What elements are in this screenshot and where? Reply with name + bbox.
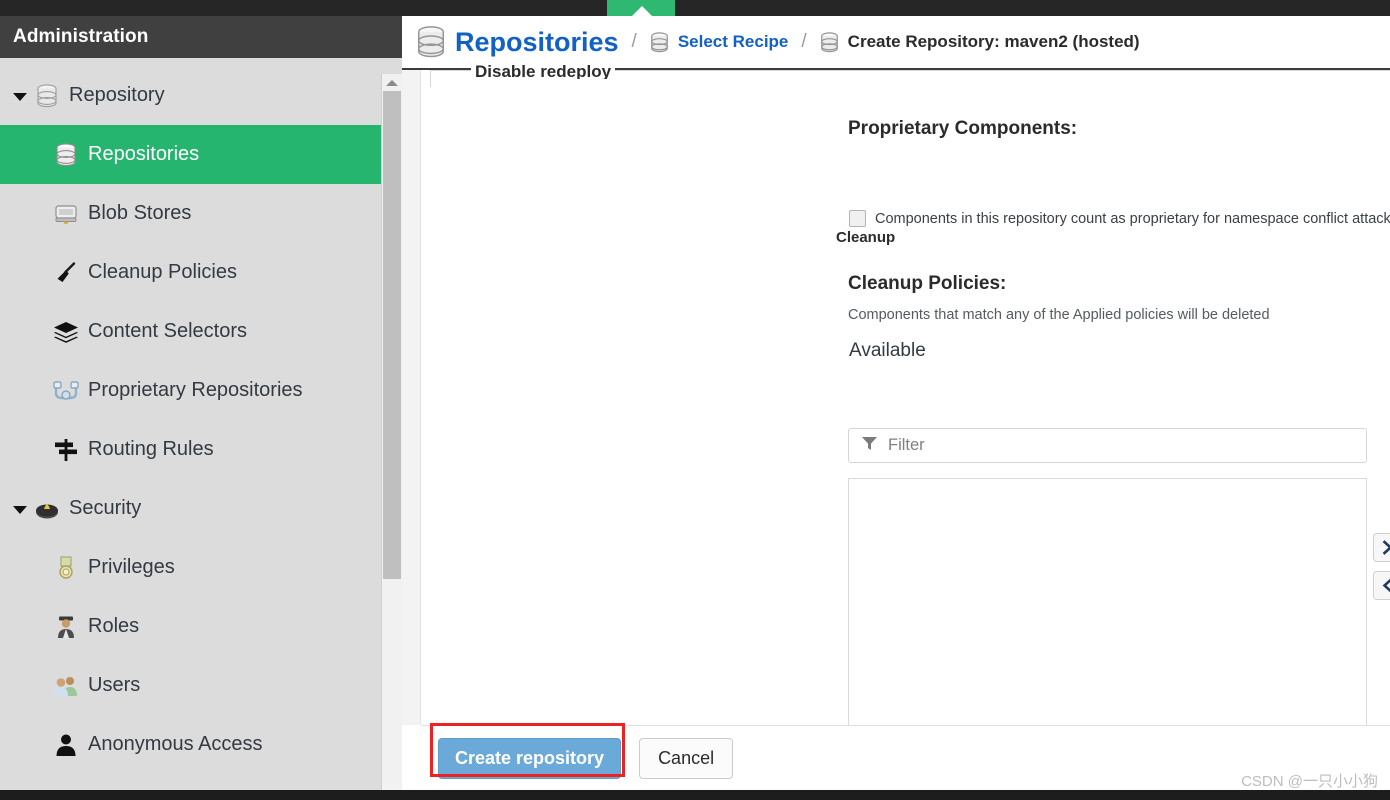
sidebar-item-label: Security — [69, 497, 142, 519]
sidebar-item-label: Routing Rules — [88, 438, 214, 460]
sidebar-item-cleanup-policies[interactable]: Cleanup Policies — [0, 243, 402, 302]
sidebar-item-label: Blob Stores — [88, 202, 192, 224]
chevron-down-icon[interactable] — [10, 499, 30, 519]
breadcrumb-root-label: Repositories — [455, 26, 619, 57]
sidebar: Administration Repository Repositories B… — [0, 16, 402, 790]
broom-icon — [53, 260, 79, 286]
browser-top-strip — [0, 0, 1390, 16]
sidebar-item-label: Cleanup Policies — [88, 261, 237, 283]
available-policies-list[interactable] — [848, 478, 1367, 750]
sidebar-scrollbar-thumb[interactable] — [383, 91, 401, 579]
sidebar-scrollbar[interactable] — [381, 74, 402, 790]
cleanup-policies-hint: Components that match any of the Applied… — [848, 307, 1270, 323]
cleanup-filter-placeholder: Filter — [888, 436, 925, 454]
main-panel: Repositories / Select Recipe / Create Re… — [402, 16, 1390, 790]
filter-icon — [861, 435, 878, 457]
sidebar-header: Administration — [0, 16, 402, 58]
sidebar-item-label: Proprietary Repositories — [88, 379, 303, 401]
sidebar-item-anonymous-access[interactable]: Anonymous Access — [0, 715, 402, 774]
sidebar-item-security[interactable]: Security — [0, 479, 402, 538]
officer-icon — [53, 614, 79, 640]
proprietary-components-checkbox-label: Components in this repository count as p… — [875, 210, 1390, 227]
sidebar-item-label: Roles — [88, 615, 140, 637]
sidebar-item-content-selectors[interactable]: Content Selectors — [0, 302, 402, 361]
person-icon — [53, 732, 79, 758]
proprietary-icon — [53, 378, 79, 404]
breadcrumb-current-label: Create Repository: maven2 (hosted) — [847, 32, 1140, 51]
move-right-button[interactable] — [1373, 533, 1390, 562]
sidebar-item-label: Privileges — [88, 556, 175, 578]
available-column-heading: Available — [849, 340, 926, 361]
browser-bottom-strip — [0, 790, 1390, 800]
sidebar-item-users[interactable]: Users — [0, 656, 402, 715]
proprietary-components-checkbox[interactable] — [849, 210, 866, 227]
database-icon — [820, 31, 839, 53]
chevron-down-icon[interactable] — [10, 86, 30, 106]
chevron-right-icon — [1380, 540, 1390, 555]
sidebar-item-routing-rules[interactable]: Routing Rules — [0, 420, 402, 479]
form-left-gutter — [402, 70, 421, 725]
sidebar-item-roles[interactable]: Roles — [0, 597, 402, 656]
watermark: CSDN @一只小小狗 — [1241, 773, 1378, 790]
sidebar-item-blob-stores[interactable]: Blob Stores — [0, 184, 402, 243]
sidebar-item-repository[interactable]: Repository — [0, 66, 402, 125]
create-repository-button[interactable]: Create repository — [438, 737, 622, 779]
chevron-left-icon — [1380, 578, 1390, 593]
breadcrumb-root[interactable]: Repositories — [416, 25, 619, 59]
sidebar-title: Administration — [13, 26, 149, 47]
cleanup-section-title: Cleanup — [836, 229, 896, 246]
users-icon — [53, 673, 79, 699]
cancel-button[interactable]: Cancel — [639, 737, 734, 779]
proprietary-components-label: Proprietary Components: — [848, 118, 1078, 139]
proprietary-components-checkbox-row[interactable]: Components in this repository count as p… — [849, 210, 1390, 227]
signpost-icon — [53, 437, 79, 463]
sidebar-item-ldap[interactable]: LDAP — [0, 774, 402, 790]
database-icon — [650, 31, 669, 53]
sidebar-item-label: Content Selectors — [88, 320, 247, 342]
scrolled-fieldset-edge: Disable redeploy — [430, 62, 1390, 87]
database-icon — [53, 142, 79, 168]
cleanup-filter-input[interactable]: Filter — [848, 428, 1367, 463]
sidebar-item-label: Users — [88, 674, 141, 696]
breadcrumb-current: Create Repository: maven2 (hosted) — [820, 31, 1140, 53]
layers-icon — [53, 319, 79, 345]
sidebar-item-label: Anonymous Access — [88, 733, 263, 755]
breadcrumb-separator: / — [631, 31, 637, 52]
transfer-buttons — [1373, 533, 1390, 600]
cleanup-policies-label: Cleanup Policies: — [848, 273, 1007, 294]
clipped-legend-label: Disable redeploy — [471, 62, 616, 79]
sidebar-item-privileges[interactable]: Privileges — [0, 538, 402, 597]
blob-store-icon — [53, 201, 79, 227]
sidebar-item-proprietary-repositories: Proprietary Repositories — [0, 361, 402, 420]
sidebar-tree: Repository Repositories Blob Stores Clea… — [0, 58, 402, 790]
database-icon — [416, 25, 446, 59]
app-root: Administration Repository Repositories B… — [0, 0, 1390, 800]
sidebar-item-repositories[interactable]: Repositories — [0, 125, 402, 184]
sidebar-item-label: Repositories — [88, 143, 200, 165]
security-badge-icon — [34, 496, 60, 522]
medal-icon — [53, 555, 79, 581]
sidebar-item-label: Repository — [69, 84, 165, 106]
breadcrumb-step-select-recipe[interactable]: Select Recipe — [650, 31, 789, 53]
repository-form: Disable redeploy Proprietary Components:… — [402, 62, 1390, 790]
scroll-up-arrow-icon[interactable] — [382, 74, 402, 91]
breadcrumb-step-label: Select Recipe — [677, 32, 789, 51]
move-left-button[interactable] — [1373, 571, 1390, 600]
breadcrumb-separator: / — [801, 31, 807, 52]
database-icon — [34, 83, 60, 109]
